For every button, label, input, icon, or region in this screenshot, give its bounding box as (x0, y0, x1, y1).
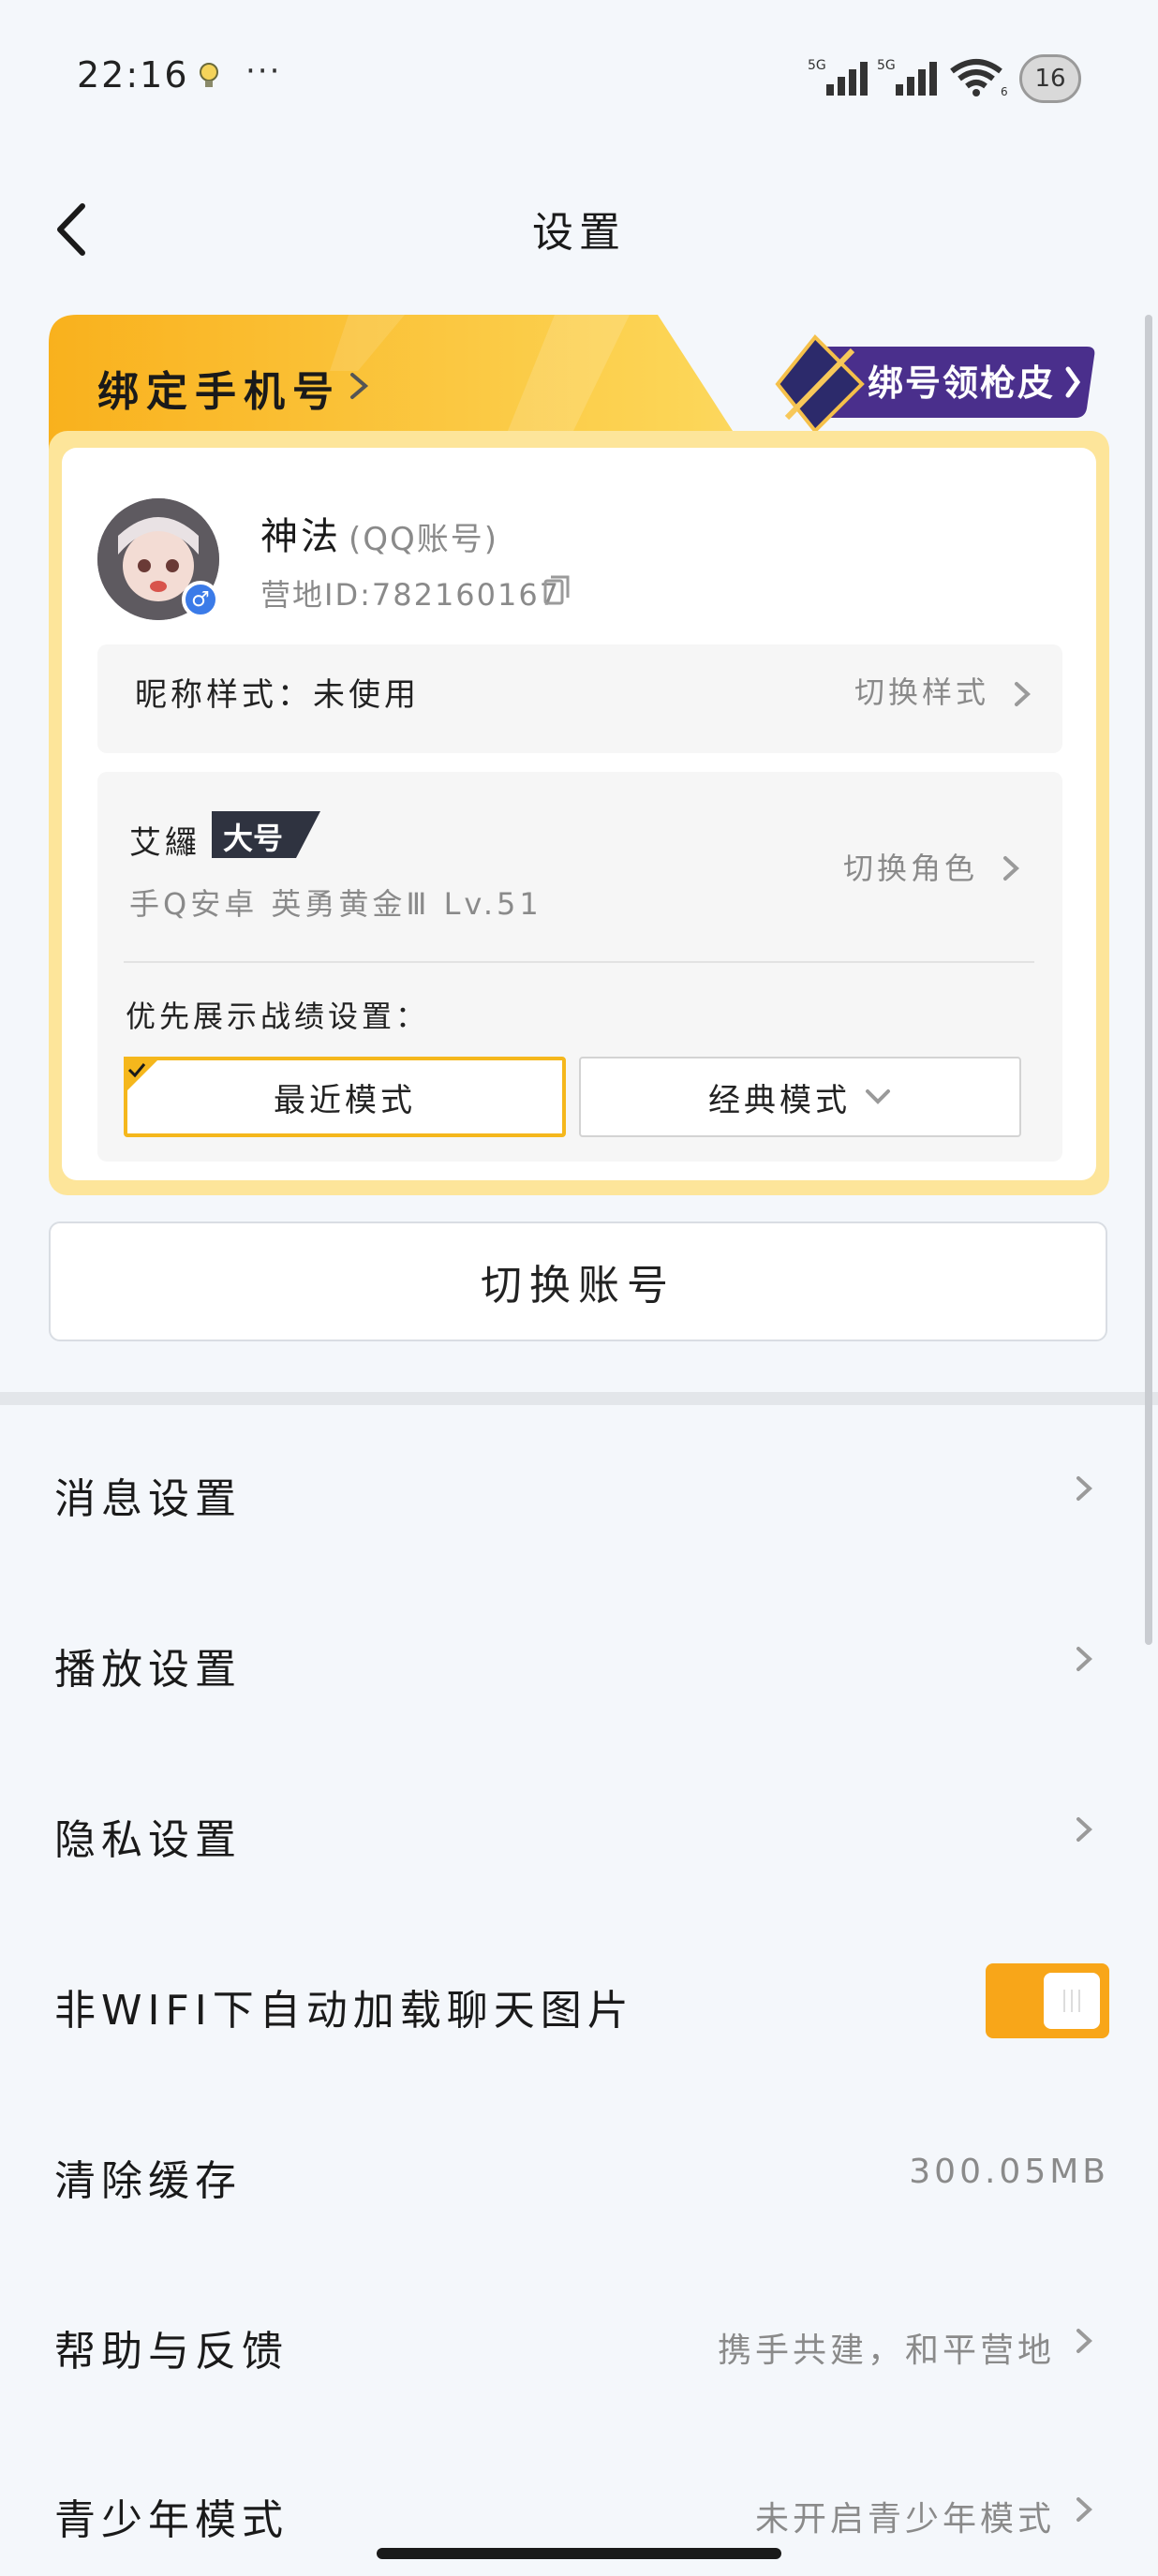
chevron-down-icon (866, 1089, 890, 1104)
chevron-right-icon (1076, 2497, 1092, 2522)
classic-mode-label: 经典模式 (708, 1081, 851, 1119)
selected-check-icon (124, 1057, 161, 1094)
role-name: 艾纙 (129, 824, 200, 862)
camp-id: 营地ID:782160167 (260, 577, 561, 613)
record-pref-label: 优先展示战绩设置： (126, 999, 430, 1034)
switch-role-link[interactable]: 切换角色 (843, 845, 978, 888)
page-title: 设置 (532, 209, 626, 257)
nickname-style-label: 昵称样式：未使用 (135, 676, 420, 714)
section-separator (0, 1392, 1158, 1405)
profile-name: 神法 (260, 515, 341, 558)
signal-5g-icon-2: 5G (877, 58, 937, 96)
chevron-right-icon (350, 373, 369, 399)
chevron-right-icon (1076, 2329, 1092, 2353)
signal-5g-label: 5G (808, 58, 826, 73)
copy-icon[interactable] (542, 573, 572, 607)
recent-mode-button[interactable]: 最近模式 (124, 1057, 566, 1137)
lightbulb-icon (200, 63, 218, 87)
status-more-dots: ··· (245, 52, 282, 90)
scrollbar[interactable] (1145, 315, 1152, 1645)
toggle-grip-icon (1063, 1990, 1080, 2012)
gender-male-icon: ♂ (182, 581, 219, 618)
chevron-right-icon (1076, 1476, 1092, 1501)
signal-5g-icon: 5G (808, 58, 868, 96)
promo-label[interactable]: 绑号领枪皮 (868, 354, 1055, 406)
classic-mode-button[interactable]: 经典模式 (579, 1057, 1021, 1137)
toggle-knob (1044, 1973, 1100, 2029)
cache-size: 300.05MB (909, 2153, 1109, 2191)
clear-cache-label: 清除缓存 (54, 2157, 242, 2205)
chevron-right-icon (1003, 856, 1019, 881)
role-detail: 手Q安卓 英勇黄金Ⅲ Lv.51 (129, 886, 542, 922)
switch-account-button[interactable]: 切换账号 (49, 1221, 1107, 1341)
bind-phone-label[interactable]: 绑定手机号 (97, 358, 341, 418)
playback-settings-label: 播放设置 (54, 1646, 242, 1694)
chevron-right-icon (1076, 1817, 1092, 1842)
home-indicator[interactable] (377, 2548, 781, 2559)
switch-account-label: 切换账号 (481, 1262, 676, 1310)
battery-indicator: 16 (1019, 54, 1081, 103)
signal-5g-label-2: 5G (877, 58, 896, 73)
message-settings-label: 消息设置 (54, 1475, 242, 1523)
switch-style-link[interactable]: 切换样式 (854, 669, 989, 712)
teen-mode-label: 青少年模式 (54, 2496, 289, 2544)
divider (124, 961, 1034, 963)
help-feedback-value: 携手共建，和平营地 (717, 2332, 1055, 2370)
wifi-label: 6 (1001, 85, 1008, 97)
main-account-badge-label: 大号 (223, 821, 284, 856)
chevron-right-icon (1015, 682, 1031, 706)
profile-account-type: (QQ账号) (349, 521, 499, 558)
teen-mode-value: 未开启青少年模式 (754, 2500, 1055, 2539)
wifi-icon: 6 (950, 59, 1008, 97)
auto-load-images-label: 非WIFI下自动加载聊天图片 (54, 1987, 634, 2035)
privacy-settings-label: 隐私设置 (54, 1816, 242, 1864)
status-time: 22:16 (77, 54, 189, 96)
chevron-right-icon (1076, 1647, 1092, 1671)
help-feedback-label: 帮助与反馈 (54, 2328, 289, 2376)
recent-mode-label: 最近模式 (274, 1081, 416, 1119)
